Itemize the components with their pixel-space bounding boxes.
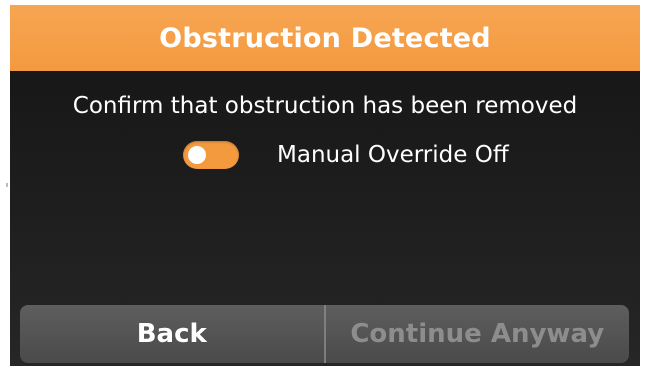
- dialog-header: Obstruction Detected: [10, 5, 640, 71]
- manual-override-row: Manual Override Off: [183, 139, 509, 171]
- manual-override-toggle[interactable]: [183, 141, 239, 169]
- toggle-knob: [188, 146, 206, 164]
- back-button[interactable]: Back: [20, 305, 324, 363]
- button-divider: [323, 305, 326, 363]
- edge-mark: [6, 183, 8, 187]
- dialog-title: Obstruction Detected: [159, 22, 491, 54]
- continue-anyway-button[interactable]: Continue Anyway: [326, 305, 630, 363]
- obstruction-dialog: Obstruction Detected Confirm that obstru…: [10, 5, 640, 366]
- button-bar: Back Continue Anyway: [20, 305, 629, 363]
- manual-override-label: Manual Override Off: [277, 142, 509, 168]
- confirmation-message: Confirm that obstruction has been remove…: [72, 93, 578, 119]
